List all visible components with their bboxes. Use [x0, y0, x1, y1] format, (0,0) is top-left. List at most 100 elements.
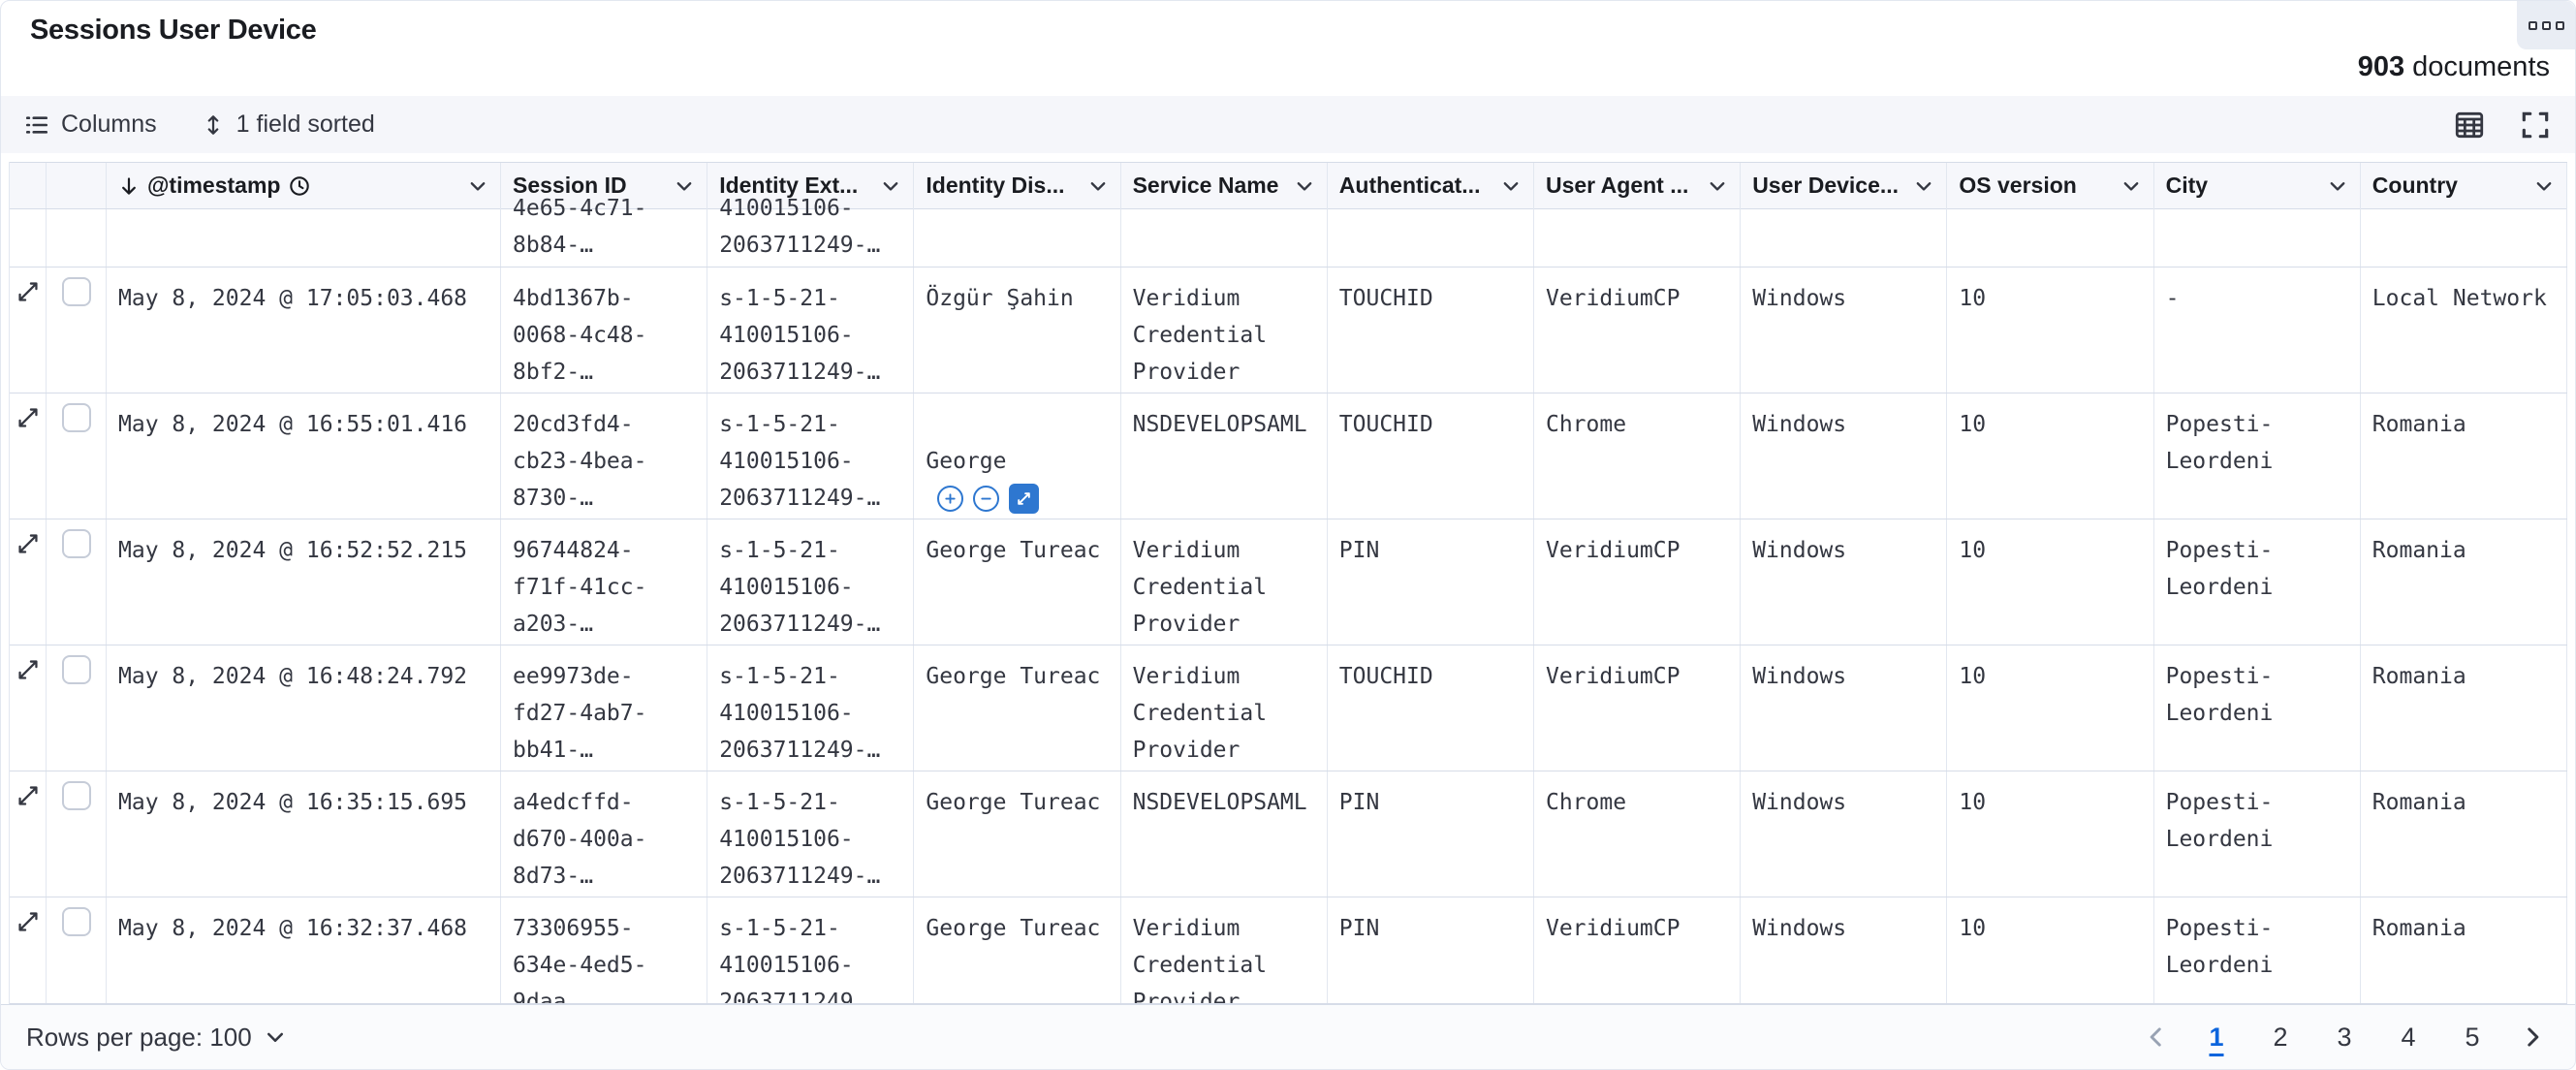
page-button-2[interactable]: 2 [2259, 1014, 2302, 1060]
grid-toolbar: Columns 1 field sorted [1, 96, 2575, 153]
table-row: 4e65-4c71- 8b84-… 410015106- 2063711249-… [10, 209, 2567, 268]
cell-country: Romania [2361, 897, 2567, 1003]
header-checkbox-column [47, 163, 107, 208]
row-expand-cell [10, 268, 47, 393]
expand-row-icon[interactable] [16, 405, 41, 430]
cell-os-version: 10 [1947, 897, 2153, 1003]
row-expand-cell [10, 209, 47, 267]
cell-authentication: TOUCHID [1328, 268, 1534, 393]
cell-session-id: 4bd1367b- 0068-4c48- 8bf2-… [501, 268, 707, 393]
cell-service-name: Veridium Credential Provider [1121, 645, 1328, 771]
cell-user-agent: VeridiumCP [1534, 645, 1741, 771]
previous-page-button[interactable] [2139, 1014, 2174, 1060]
cell-timestamp: May 8, 2024 @ 16:35:15.695 [107, 771, 501, 897]
cell-value: George [926, 449, 1006, 474]
row-checkbox[interactable] [62, 907, 91, 936]
cell-service-name [1121, 190, 1328, 267]
expand-icon [1016, 490, 1032, 507]
toolbar-right-icons [2453, 109, 2552, 142]
row-checkbox-cell [47, 645, 107, 771]
cell-authentication: TOUCHID [1328, 393, 1534, 519]
row-checkbox-cell [47, 393, 107, 519]
row-checkbox-cell [47, 771, 107, 897]
cell-identity-display [914, 190, 1120, 267]
expand-row-icon[interactable] [16, 909, 41, 934]
sorted-fields-button[interactable]: 1 field sorted [202, 110, 375, 139]
row-expand-cell [10, 393, 47, 519]
cell-identity-external: s-1-5-21- 410015106- 2063711249-… [707, 645, 914, 771]
cell-country: Romania [2361, 519, 2567, 645]
cell-os-version: 10 [1947, 393, 2153, 519]
cell-country: Romania [2361, 393, 2567, 519]
next-page-button[interactable] [2515, 1014, 2550, 1060]
columns-button[interactable]: Columns [24, 110, 157, 139]
page-button-1[interactable]: 1 [2195, 1014, 2238, 1060]
page-button-4[interactable]: 4 [2387, 1014, 2430, 1060]
cell-country: Local Network [2361, 268, 2567, 393]
row-checkbox[interactable] [62, 403, 91, 432]
cell-user-device: Windows [1741, 897, 1947, 1003]
page-button-3[interactable]: 3 [2323, 1014, 2366, 1060]
row-expand-cell [10, 897, 47, 1003]
fullscreen-icon [2519, 109, 2552, 142]
chevron-down-icon [264, 1025, 287, 1049]
expand-row-icon[interactable] [16, 279, 41, 304]
fullscreen-button[interactable] [2519, 109, 2552, 142]
cell-os-version: 10 [1947, 771, 2153, 897]
row-checkbox[interactable] [62, 655, 91, 684]
sessions-user-device-panel: Sessions User Device 903 documents Colum… [0, 0, 2576, 1070]
table-row: May 8, 2024 @ 16:52:52.215 96744824- f71… [10, 519, 2567, 645]
cell-session-id: 20cd3fd4- cb23-4bea- 8730-… [501, 393, 707, 519]
boxes-horizontal-icon [2542, 21, 2551, 30]
expand-cell-button[interactable] [1009, 484, 1039, 514]
cell-service-name: NSDEVELOPSAML [1121, 393, 1328, 519]
expand-row-icon[interactable] [16, 783, 41, 808]
expand-row-icon[interactable] [16, 531, 41, 556]
rows-per-page-button[interactable]: Rows per page: 100 [26, 1023, 287, 1053]
columns-button-label: Columns [61, 110, 157, 139]
cell-user-device [1741, 190, 1947, 267]
cell-identity-external: s-1-5-21- 410015106- 2063711249-… [707, 393, 914, 519]
filter-for-value-button[interactable] [937, 486, 963, 512]
row-checkbox-cell [47, 209, 107, 267]
cell-identity-display: George Tureac [914, 771, 1120, 897]
cell-user-device: Windows [1741, 268, 1947, 393]
display-density-button[interactable] [2453, 109, 2486, 142]
row-checkbox[interactable] [62, 277, 91, 306]
cell-user-agent: VeridiumCP [1534, 897, 1741, 1003]
cell-service-name: Veridium Credential Provider [1121, 897, 1328, 1003]
list-icon [24, 112, 49, 138]
row-checkbox-cell [47, 897, 107, 1003]
expand-row-icon[interactable] [16, 657, 41, 682]
cell-authentication: TOUCHID [1328, 645, 1534, 771]
cell-identity-external: s-1-5-21- 410015106- 2063711249-… [707, 771, 914, 897]
rows-per-page-label: Rows per page: 100 [26, 1023, 252, 1053]
chevron-left-icon [2144, 1024, 2169, 1050]
row-checkbox[interactable] [62, 529, 91, 558]
cell-city [2154, 190, 2361, 267]
boxes-horizontal-icon [2556, 21, 2564, 30]
page-title: Sessions User Device [30, 15, 316, 47]
cell-user-agent [1534, 190, 1741, 267]
cell-identity-display: George Tureac [914, 519, 1120, 645]
cell-os-version: 10 [1947, 645, 2153, 771]
cell-country: Romania [2361, 771, 2567, 897]
header-expand-column [10, 163, 47, 208]
table-row: May 8, 2024 @ 16:48:24.792 ee9973de- fd2… [10, 645, 2567, 771]
row-expand-cell [10, 519, 47, 645]
filter-out-value-button[interactable] [973, 486, 999, 512]
cell-identity-external: s-1-5-21- 410015106- 2063711249-… [707, 519, 914, 645]
row-checkbox[interactable] [62, 781, 91, 810]
cell-identity-external: s-1-5-21- 410015106- 2063711249-… [707, 268, 914, 393]
table-row: May 8, 2024 @ 16:55:01.416 20cd3fd4- cb2… [10, 393, 2567, 519]
sort-icon [202, 112, 225, 138]
cell-city: Popesti- Leordeni [2154, 393, 2361, 519]
cell-timestamp: May 8, 2024 @ 16:52:52.215 [107, 519, 501, 645]
cell-identity-external: 410015106- 2063711249-… [707, 190, 914, 267]
cell-user-agent: Chrome [1534, 393, 1741, 519]
cell-city: Popesti- Leordeni [2154, 519, 2361, 645]
cell-user-device: Windows [1741, 519, 1947, 645]
page-button-5[interactable]: 5 [2451, 1014, 2494, 1060]
cell-identity-display: Özgür Şahin [914, 268, 1120, 393]
panel-options-button[interactable] [2517, 1, 2575, 49]
